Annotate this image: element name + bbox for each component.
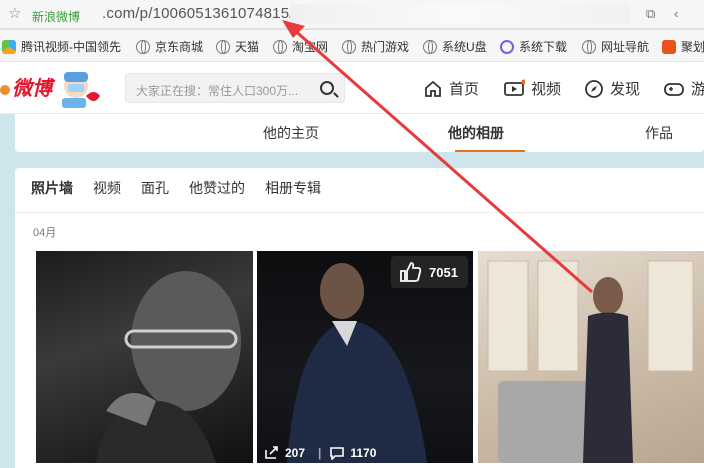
globe-icon (273, 39, 287, 54)
tab-video[interactable]: 视频 (93, 178, 121, 198)
logo-text: 微博 (12, 78, 52, 100)
globe-icon (136, 39, 150, 54)
thumbs-up-icon (400, 262, 422, 282)
share-count: 207 (285, 446, 306, 460)
tab-albums[interactable]: 相册专辑 (265, 178, 321, 198)
bookmark-label: 京东商城 (155, 40, 204, 54)
bookmark-nav[interactable]: 网址导航 (582, 38, 649, 55)
globe-icon (216, 39, 230, 54)
bookmark-usb[interactable]: 系统U盘 (423, 38, 487, 55)
photo-portrait-bw (96, 271, 241, 463)
bookmark-tencent-video[interactable]: 腾讯视频-中国领先 (2, 38, 121, 55)
nav-label: 游戏 (691, 81, 704, 98)
tab-liked[interactable]: 他赞过的 (189, 178, 245, 198)
search-icon[interactable] (320, 81, 334, 95)
tab-faces[interactable]: 面孔 (141, 178, 169, 198)
mascot-icon (62, 72, 100, 108)
url-text[interactable]: .com/p/1006051361074815/ (102, 5, 294, 22)
stat-divider: | (318, 446, 322, 460)
like-count: 7051 (429, 264, 458, 280)
tab-works[interactable]: 作品 (645, 123, 673, 143)
collapse-icon[interactable]: ‹ (674, 6, 678, 21)
bookmark-label: 网址导航 (601, 40, 650, 54)
screenshot-icon[interactable]: ⧉ (646, 6, 655, 22)
bookmark-download[interactable]: 系统下载 (500, 38, 567, 55)
nav-game[interactable]: 游戏 (663, 78, 704, 99)
bookmark-games[interactable]: 热门游戏 (342, 38, 409, 55)
bookmark-label: 淘宝网 (292, 40, 329, 54)
photo-thumbnail[interactable] (478, 251, 704, 463)
nav-label: 视频 (531, 81, 562, 98)
comment-stat[interactable]: | 1170 (318, 446, 376, 460)
search-input[interactable]: 大家正在搜：常住人口300万... (136, 82, 298, 99)
game-icon (664, 82, 684, 96)
photo-suitcase (487, 260, 694, 463)
share-icon (265, 446, 278, 459)
divider (15, 212, 704, 213)
globe-icon (342, 39, 356, 54)
weibo-header: 微博 大家正在搜：常住人口300万... 首页 视频 发现 游戏 (0, 62, 704, 114)
bookmark-juhuasuan[interactable]: 聚划 (662, 38, 704, 55)
bookmark-taobao[interactable]: 淘宝网 (273, 38, 328, 55)
bookmark-label: 系统下载 (519, 40, 568, 54)
tab-home[interactable]: 他的主页 (263, 123, 319, 143)
download-icon (500, 39, 514, 54)
tab-album[interactable]: 他的相册 (448, 123, 504, 143)
bookmark-label: 腾讯视频-中国领先 (21, 40, 121, 54)
bookmark-jd[interactable]: 京东商城 (136, 38, 203, 55)
share-stat[interactable]: 207 (264, 446, 305, 460)
nav-discover[interactable]: 发现 (584, 78, 640, 99)
bookmark-label: 聚划 (681, 40, 704, 54)
nav-label: 发现 (610, 81, 641, 98)
weibo-eye-icon (0, 85, 10, 95)
comment-count: 1170 (350, 446, 377, 460)
comment-icon (330, 447, 345, 460)
like-button[interactable]: 7051 (391, 256, 468, 288)
tencent-video-icon (2, 39, 16, 54)
bookmark-tmall[interactable]: 天猫 (216, 38, 259, 55)
tab-photo-wall[interactable]: 照片墙 (31, 178, 73, 198)
globe-icon (582, 39, 596, 54)
globe-icon (423, 39, 437, 54)
bookmark-label: 天猫 (235, 40, 260, 54)
blurred-url-region (290, 4, 630, 24)
month-label: 04月 (33, 227, 57, 239)
address-bar: ☆ 新浪微博 .com/p/1006051361074815/ ⧉ ‹ (0, 0, 704, 29)
home-icon (425, 80, 441, 97)
bookmark-label: 系统U盘 (442, 40, 487, 54)
weibo-logo[interactable]: 微博 (0, 72, 52, 101)
compass-icon (585, 79, 603, 98)
search-box[interactable]: 大家正在搜：常住人口300万... (125, 73, 345, 103)
bookmark-label: 热门游戏 (361, 40, 410, 54)
nav-label: 首页 (449, 81, 480, 98)
star-icon[interactable]: ☆ (8, 4, 21, 22)
active-tab-underline (455, 150, 525, 152)
video-icon (504, 79, 525, 96)
nav-home[interactable]: 首页 (423, 78, 479, 99)
profile-tabs: 他的主页 他的相册 作品 (15, 114, 704, 152)
bookmarks-bar: 腾讯视频-中国领先 京东商城 天猫 淘宝网 热门游戏 系统U盘 系统下载 网址导… (0, 30, 704, 62)
photo-thumbnail[interactable] (36, 251, 253, 463)
juhuasuan-icon (662, 39, 676, 54)
site-name: 新浪微博 (32, 10, 81, 24)
nav-video[interactable]: 视频 (503, 78, 561, 99)
